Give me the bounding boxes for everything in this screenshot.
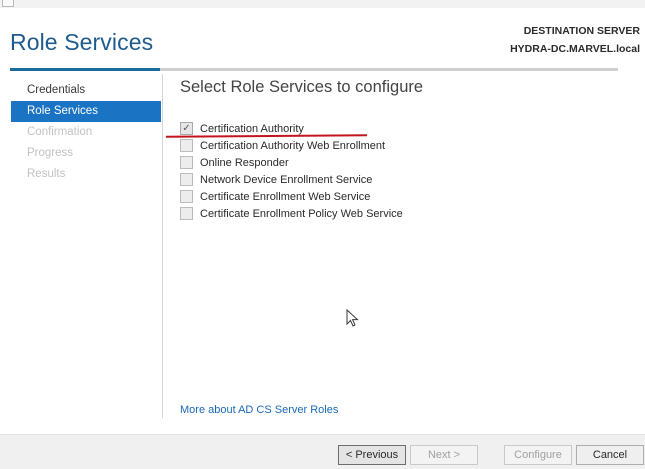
destination-server-name: HYDRA-DC.MARVEL.local — [510, 43, 640, 55]
role-item-cert-enrollment-web-service[interactable]: Certificate Enrollment Web Service — [180, 188, 403, 205]
role-item-ca-web-enrollment[interactable]: Certification Authority Web Enrollment — [180, 137, 403, 154]
role-label: Online Responder — [200, 156, 289, 169]
nav-item-credentials[interactable]: Credentials — [11, 80, 161, 101]
role-item-cert-enrollment-policy-web-service[interactable]: Certificate Enrollment Policy Web Servic… — [180, 205, 403, 222]
role-item-network-device-enrollment[interactable]: Network Device Enrollment Service — [180, 171, 403, 188]
page-title: Role Services — [10, 29, 154, 55]
nav-item-role-services[interactable]: Role Services — [11, 101, 161, 122]
role-label: Certificate Enrollment Web Service — [200, 190, 371, 203]
nav-divider — [162, 74, 163, 418]
role-label: Certification Authority — [200, 122, 304, 135]
role-label: Network Device Enrollment Service — [200, 173, 373, 186]
window-top-strip — [0, 0, 645, 8]
checkbox-checked-icon[interactable]: ✓ — [180, 122, 193, 135]
checkbox-icon[interactable] — [180, 190, 193, 203]
role-label: Certificate Enrollment Policy Web Servic… — [200, 207, 403, 220]
more-about-adcs-link[interactable]: More about AD CS Server Roles — [180, 404, 338, 416]
nav-item-confirmation: Confirmation — [27, 126, 93, 138]
destination-server-info: DESTINATION SERVER HYDRA-DC.MARVEL.local — [510, 22, 640, 58]
window-icon — [2, 0, 14, 7]
configure-button[interactable]: Configure — [504, 445, 572, 465]
mouse-pointer-icon — [346, 309, 359, 327]
previous-button[interactable]: < Previous — [338, 445, 406, 465]
nav-item-progress: Progress — [27, 147, 74, 159]
header-rule — [10, 68, 618, 71]
checkbox-icon[interactable] — [180, 156, 193, 169]
cancel-button[interactable]: Cancel — [576, 445, 644, 465]
nav-item-results: Results — [27, 168, 66, 180]
role-label: Certification Authority Web Enrollment — [200, 139, 386, 152]
role-item-online-responder[interactable]: Online Responder — [180, 154, 403, 171]
section-heading: Select Role Services to configure — [180, 78, 424, 96]
wizard-nav: Credentials Role Services Confirmation P… — [11, 80, 161, 185]
next-button[interactable]: Next > — [410, 445, 478, 465]
checkbox-icon[interactable] — [180, 139, 193, 152]
wizard-footer: < Previous Next > Configure Cancel — [0, 434, 645, 469]
checkbox-icon[interactable] — [180, 173, 193, 186]
header-rule-accent — [10, 68, 160, 71]
destination-label: DESTINATION SERVER — [523, 25, 640, 37]
checkbox-icon[interactable] — [180, 207, 193, 220]
